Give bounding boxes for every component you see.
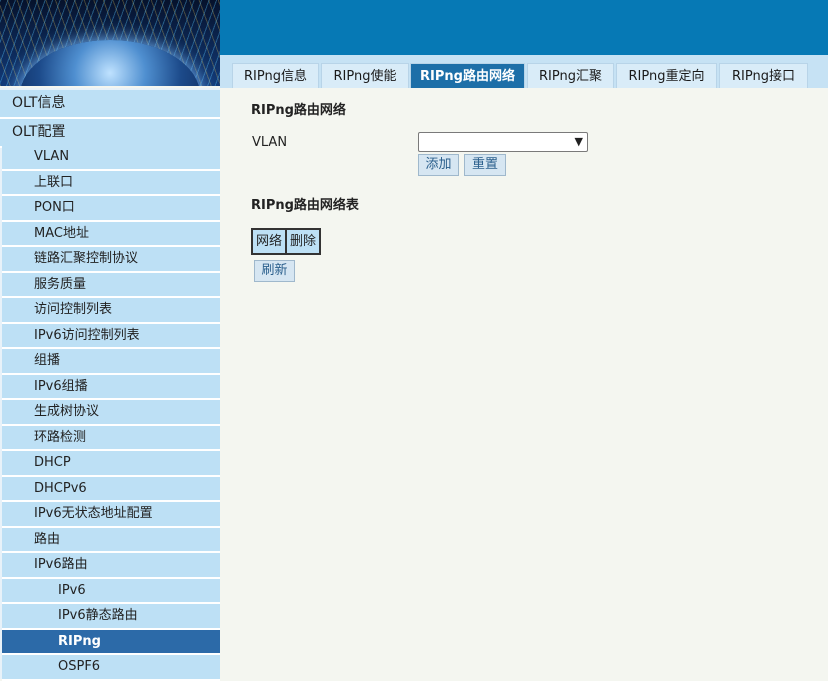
sidebar-item-dhcpv6[interactable]: DHCPv6 (2, 476, 220, 502)
tab-ripng-interface[interactable]: RIPng接口 (719, 63, 808, 88)
header-bar (220, 0, 828, 55)
main-content: RIPng路由网络 VLAN ▼ 添加 重置 RIPng路由网络表 网络 删除 … (220, 88, 828, 679)
sidebar-item-loop-detect[interactable]: 环路检测 (2, 425, 220, 451)
sidebar-item-qos[interactable]: 服务质量 (2, 272, 220, 298)
tab-bar: RIPng信息 RIPng使能 RIPng路由网络 RIPng汇聚 RIPng重… (220, 55, 828, 88)
sidebar-item-acl[interactable]: 访问控制列表 (2, 298, 220, 324)
sidebar-item-dhcp[interactable]: DHCP (2, 451, 220, 477)
sidebar-item-ipv6-multicast[interactable]: IPv6组播 (2, 374, 220, 400)
column-header-network: 网络 (256, 234, 283, 249)
sidebar-item-ipv6-acl[interactable]: IPv6访问控制列表 (2, 323, 220, 349)
tab-ripng-aggregate[interactable]: RIPng汇聚 (527, 63, 614, 88)
sidebar-item-ripng[interactable]: RIPng (2, 629, 220, 655)
tab-ripng-route-network[interactable]: RIPng路由网络 (410, 63, 525, 88)
sidebar-item-stp[interactable]: 生成树协议 (2, 400, 220, 426)
table-title: RIPng路由网络表 (251, 198, 359, 213)
sidebar-item-olt-info[interactable]: OLT信息 (0, 90, 220, 119)
sidebar-item-ospf6[interactable]: OSPF6 (2, 655, 220, 681)
banner-image (0, 0, 220, 86)
sidebar-item-ipv6[interactable]: IPv6 (2, 578, 220, 604)
sidebar-item-multicast[interactable]: 组播 (2, 349, 220, 375)
sidebar: OLT信息 OLT配置 VLAN 上联口 PON口 MAC地址 链路汇聚控制协议… (0, 88, 220, 681)
sidebar-item-vlan[interactable]: VLAN (2, 145, 220, 171)
page-title: RIPng路由网络 (251, 103, 346, 118)
sidebar-item-ipv6-slaac[interactable]: IPv6无状态地址配置 (2, 502, 220, 528)
tab-ripng-redistribute[interactable]: RIPng重定向 (616, 63, 717, 88)
sidebar-item-lacp[interactable]: 链路汇聚控制协议 (2, 247, 220, 273)
sidebar-item-pon-port[interactable]: PON口 (2, 196, 220, 222)
chevron-down-icon: ▼ (574, 135, 583, 148)
sidebar-item-routing[interactable]: 路由 (2, 527, 220, 553)
column-header-delete: 删除 (285, 230, 319, 253)
refresh-button[interactable]: 刷新 (254, 260, 295, 282)
vlan-label: VLAN (252, 135, 288, 150)
sidebar-item-olt-config[interactable]: OLT配置 (0, 119, 220, 148)
tab-ripng-enable[interactable]: RIPng使能 (321, 63, 409, 88)
vlan-select[interactable]: ▼ (418, 132, 588, 152)
reset-button[interactable]: 重置 (464, 154, 506, 176)
tab-ripng-info[interactable]: RIPng信息 (232, 63, 319, 88)
add-button[interactable]: 添加 (418, 154, 459, 176)
sidebar-item-ipv6-routing[interactable]: IPv6路由 (2, 553, 220, 579)
sidebar-item-mac-address[interactable]: MAC地址 (2, 221, 220, 247)
route-network-table: 网络 删除 (251, 228, 322, 255)
sidebar-item-ipv6-static-route[interactable]: IPv6静态路由 (2, 604, 220, 630)
sidebar-item-uplink[interactable]: 上联口 (2, 170, 220, 196)
